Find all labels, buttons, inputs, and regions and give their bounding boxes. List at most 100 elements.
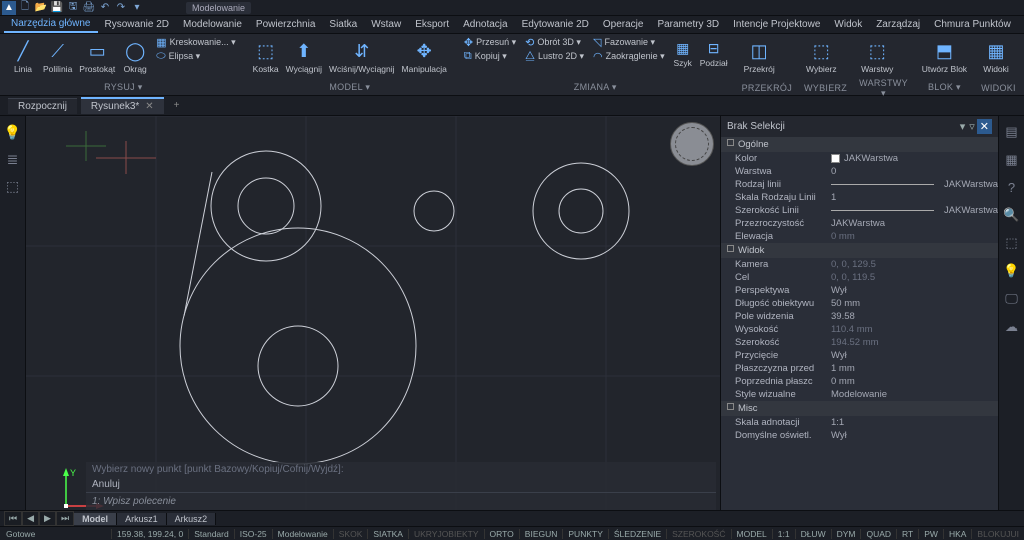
menu-expresstools[interactable]: ExpressTools xyxy=(1018,17,1024,32)
tool-kopiuj[interactable]: ⧉Kopiuj ▾ xyxy=(464,50,516,63)
qat-more-icon[interactable]: ▾ xyxy=(130,1,144,15)
status-item[interactable]: BIEGUN xyxy=(519,529,563,539)
layout-next[interactable]: ▶ xyxy=(39,511,56,526)
palette-icon[interactable]: ▤ xyxy=(1005,124,1017,140)
status-item[interactable]: Modelowanie xyxy=(272,529,333,539)
tool-lustro[interactable]: ⧋Lustro 2D ▾ xyxy=(525,50,584,63)
tool-zaokraglenie[interactable]: ◠Zaokrąglenie ▾ xyxy=(593,50,665,63)
prop-row[interactable]: Rodzaj liniiJAKWarstwa xyxy=(721,178,998,191)
menu-powierzchnia[interactable]: Powierzchnia xyxy=(249,17,322,32)
prop-row[interactable]: Kamera0, 0, 129.5 xyxy=(721,258,998,271)
layout-prev[interactable]: ◀ xyxy=(22,511,39,526)
view-cube[interactable] xyxy=(670,122,714,166)
prop-row[interactable]: Szerokość194.52 mm xyxy=(721,336,998,349)
prop-row[interactable]: Elewacja0 mm xyxy=(721,230,998,243)
tool-polilinia[interactable]: ⟋Polilinia xyxy=(41,36,74,76)
print-icon[interactable]: 🖨 xyxy=(82,1,96,15)
monitor-icon[interactable]: 🖵 xyxy=(1005,291,1018,307)
status-item[interactable]: DYM xyxy=(831,529,861,539)
prop-row[interactable]: Szerokość LiniiJAKWarstwa xyxy=(721,204,998,217)
menu-chmura-punktów[interactable]: Chmura Punktów xyxy=(927,17,1018,32)
help-icon[interactable]: ? xyxy=(1008,180,1015,195)
prop-section[interactable]: Ogólne xyxy=(721,137,998,152)
cloud-icon[interactable]: ☁ xyxy=(1005,319,1018,335)
tool-wybierz[interactable]: ⬚Wybierz xyxy=(804,36,839,76)
status-item[interactable]: MODEL xyxy=(731,529,772,539)
tool-kreskowanie[interactable]: ▦Kreskowanie... ▾ xyxy=(156,36,235,49)
tool-przekroj[interactable]: ◫Przekrój xyxy=(742,36,777,76)
prop-row[interactable]: Skala adnotacji1:1 xyxy=(721,416,998,429)
prop-row[interactable]: Warstwa0 xyxy=(721,165,998,178)
tool-podzial[interactable]: ⊟Podział xyxy=(698,36,730,70)
open-icon[interactable]: 📂 xyxy=(34,1,48,15)
undo-icon[interactable]: ↶ xyxy=(98,1,112,15)
prop-row[interactable]: Poprzednia płaszc0 mm xyxy=(721,375,998,388)
doc-tab[interactable]: Rozpocznij xyxy=(8,98,77,114)
status-item[interactable]: DŁUW xyxy=(795,529,831,539)
tool-okrag[interactable]: ◯Okrąg xyxy=(120,36,150,76)
prop-section[interactable]: Misc xyxy=(721,401,998,416)
tool-manipulacja[interactable]: ✥Manipulacja xyxy=(400,36,449,76)
close-panel-icon[interactable]: ✕ xyxy=(977,119,992,134)
prop-row[interactable]: PrzezroczystośćJAKWarstwa xyxy=(721,217,998,230)
status-item[interactable]: HKA xyxy=(943,529,971,539)
comp-icon[interactable]: ⬚ xyxy=(1005,235,1017,251)
status-item[interactable]: SKOK xyxy=(333,529,368,539)
status-item[interactable]: RT xyxy=(896,529,918,539)
tool-warstwy[interactable]: ⬚Warstwy xyxy=(859,36,895,76)
tool-kostka[interactable]: ⬚Kostka xyxy=(251,36,281,76)
menu-widok[interactable]: Widok xyxy=(827,17,869,32)
status-item[interactable]: SIATKA xyxy=(367,529,408,539)
app-icon[interactable]: ▲ xyxy=(2,1,16,15)
tool-linia[interactable]: ╱Linia xyxy=(8,36,38,76)
status-item[interactable]: ORTO xyxy=(484,529,519,539)
doc-tab[interactable]: Rysunek3*✕ xyxy=(81,97,164,114)
prop-row[interactable]: KolorJAKWarstwa xyxy=(721,152,998,165)
menu-narzędzia-główne[interactable]: Narzędzia główne xyxy=(4,16,98,33)
drawing-canvas[interactable]: Y X Wybierz nowy punkt [punkt Bazowy/Kop… xyxy=(26,116,720,510)
menu-operacje[interactable]: Operacje xyxy=(596,17,651,32)
search-icon[interactable]: 🔍 xyxy=(1003,207,1019,223)
bulb-icon[interactable]: 💡 xyxy=(4,124,21,141)
menu-siatka[interactable]: Siatka xyxy=(322,17,364,32)
bulb2-icon[interactable]: 💡 xyxy=(1003,263,1019,279)
grid-icon[interactable]: ▦ xyxy=(1005,152,1017,168)
layout-tab[interactable]: Arkusz1 xyxy=(117,513,167,525)
menu-modelowanie[interactable]: Modelowanie xyxy=(176,17,249,32)
layout-last[interactable]: ⏭ xyxy=(56,511,74,526)
menu-wstaw[interactable]: Wstaw xyxy=(364,17,408,32)
filter-icon[interactable]: ▿ xyxy=(967,120,977,133)
tool-wcisnij[interactable]: ⇵Wciśnij/Wyciągnij xyxy=(327,36,397,76)
prop-row[interactable]: Style wizualneModelowanie xyxy=(721,388,998,401)
status-item[interactable]: BLOKUJUI xyxy=(971,529,1024,539)
chevron-down-icon[interactable]: ▾ xyxy=(958,120,968,133)
status-item[interactable]: SZEROKOŚĆ xyxy=(666,529,730,539)
status-item[interactable]: PW xyxy=(918,529,943,539)
new-icon[interactable]: 🗋 xyxy=(18,1,32,15)
prop-row[interactable]: Domyślne oświetl.Wył xyxy=(721,429,998,442)
prop-row[interactable]: Płaszczyzna przed1 mm xyxy=(721,362,998,375)
tool-prostokat[interactable]: ▭Prostokąt xyxy=(77,36,117,76)
prop-row[interactable]: Cel0, 0, 119.5 xyxy=(721,271,998,284)
prop-row[interactable]: Długość obiektywu50 mm xyxy=(721,297,998,310)
close-icon[interactable]: ✕ xyxy=(145,101,153,112)
workspace-dropdown[interactable]: Modelowanie xyxy=(186,2,251,14)
tool-widoki[interactable]: ▦Widoki xyxy=(981,36,1011,76)
status-item[interactable]: 1:1 xyxy=(772,529,795,539)
add-tab[interactable]: + xyxy=(168,100,186,111)
saveas-icon[interactable]: 🖫 xyxy=(66,1,80,15)
layout-tab[interactable]: Model xyxy=(74,513,117,525)
prop-row[interactable]: PrzycięcieWył xyxy=(721,349,998,362)
prop-row[interactable]: Skala Rodzaju Linii1 xyxy=(721,191,998,204)
3d-icon[interactable]: ⬚ xyxy=(6,178,19,195)
tool-szyk[interactable]: ▦Szyk xyxy=(671,36,695,70)
status-item[interactable]: Standard xyxy=(188,529,234,539)
status-item[interactable]: PUNKTY xyxy=(562,529,607,539)
status-item[interactable]: ISO-25 xyxy=(234,529,272,539)
status-item[interactable]: QUAD xyxy=(860,529,896,539)
tool-wyciagnij[interactable]: ⬆Wyciągnij xyxy=(284,36,324,76)
layout-first[interactable]: ⏮ xyxy=(4,511,22,526)
tool-blok[interactable]: ⬒Utwórz Blok xyxy=(920,36,969,76)
tool-przesun[interactable]: ✥Przesuń ▾ xyxy=(464,36,516,49)
redo-icon[interactable]: ↷ xyxy=(114,1,128,15)
